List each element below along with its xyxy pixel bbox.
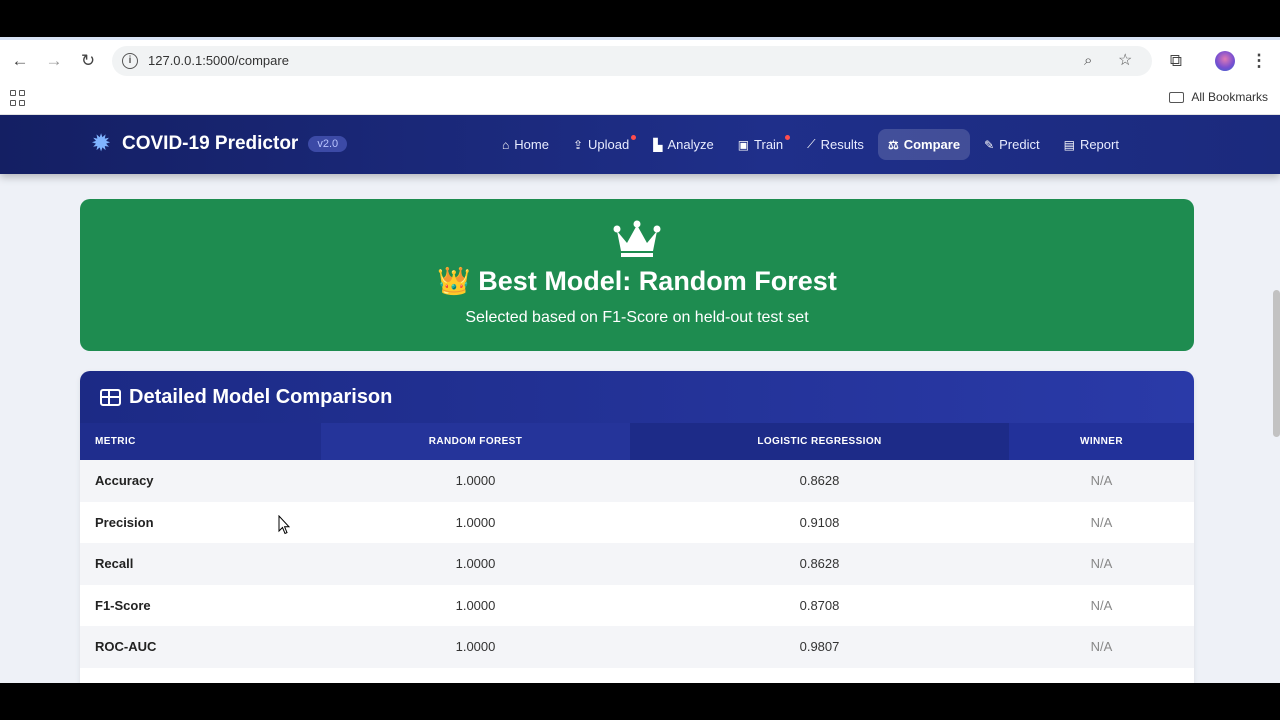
address-bar[interactable]: i 127.0.0.1:5000/compare ⌕ ☆ xyxy=(112,46,1152,76)
metric-name: Recall xyxy=(80,543,321,585)
comparison-card: Detailed Model Comparison METRIC RANDOM … xyxy=(80,371,1194,683)
page-content: ✹ COVID-19 Predictor v2.0 ⌂ Home ⇪ Uploa… xyxy=(0,115,1280,683)
nav-item-predict[interactable]: ✎ Predict xyxy=(974,129,1050,160)
browser-menu-icon[interactable]: ⋮ xyxy=(1249,51,1269,71)
random-forest-value: 1.0000 xyxy=(321,584,630,626)
back-arrow-icon[interactable]: ← xyxy=(10,51,30,71)
nav-label: Predict xyxy=(999,137,1040,152)
virus-icon: ✹ xyxy=(90,130,112,157)
table-row: F1-Score 1.0000 0.8708 N/A xyxy=(80,584,1194,626)
table-row: Recall 1.0000 0.8628 N/A xyxy=(80,543,1194,585)
nav-item-analyze[interactable]: ▙ Analyze xyxy=(643,129,723,160)
nav-label: Home xyxy=(514,137,549,152)
line-chart-icon: ⟋ xyxy=(807,137,816,151)
metric-name xyxy=(80,667,321,683)
metric-name: Accuracy xyxy=(80,460,321,502)
best-model-banner: 👑 Best Model: Random Forest Selected bas… xyxy=(80,199,1194,351)
logistic-regression-value: 0.8628 xyxy=(630,543,1009,585)
logistic-regression-value: 0.9108 xyxy=(630,501,1009,543)
page-scrollbar[interactable] xyxy=(1273,290,1280,437)
all-bookmarks-label: All Bookmarks xyxy=(1191,90,1268,104)
winner-value: N/A xyxy=(1009,584,1194,626)
winner-value: N/A xyxy=(1009,460,1194,502)
logistic-regression-value xyxy=(630,667,1009,683)
screen-top-border xyxy=(0,0,1280,37)
robot-icon: ▣ xyxy=(737,137,750,152)
nav-label: Train xyxy=(754,137,784,152)
url-text: 127.0.0.1:5000/compare xyxy=(148,53,289,68)
bookmarks-bar: All Bookmarks xyxy=(0,82,1280,115)
logistic-regression-value: 0.8708 xyxy=(630,584,1009,626)
extensions-icon[interactable]: ⧉ xyxy=(1166,51,1186,71)
logistic-regression-value: 0.9807 xyxy=(630,626,1009,668)
apps-grid-icon[interactable] xyxy=(10,90,26,106)
nav-item-home[interactable]: ⌂ Home xyxy=(492,129,559,160)
file-icon: ▤ xyxy=(1063,137,1075,152)
nav-item-compare[interactable]: ⚖ Compare xyxy=(877,129,971,160)
zoom-icon[interactable]: ⌕ xyxy=(1084,52,1102,70)
best-model-subtitle: Selected based on F1-Score on held-out t… xyxy=(465,309,809,326)
random-forest-value: 1.0000 xyxy=(321,501,630,543)
home-icon: ⌂ xyxy=(502,137,510,152)
upload-icon: ⇪ xyxy=(572,137,583,152)
table-icon xyxy=(100,388,121,406)
crown-icon xyxy=(613,220,661,257)
nav-item-upload[interactable]: ⇪ Upload xyxy=(563,129,639,160)
version-badge: v2.0 xyxy=(308,136,348,152)
comparison-title: Detailed Model Comparison xyxy=(129,385,393,408)
app-navbar: ✹ COVID-19 Predictor v2.0 ⌂ Home ⇪ Uploa… xyxy=(0,115,1280,174)
metric-name: F1-Score xyxy=(80,584,321,626)
random-forest-value: 1.0000 xyxy=(321,626,630,668)
bookmark-star-icon[interactable]: ☆ xyxy=(1118,50,1136,69)
folder-icon xyxy=(1169,91,1185,103)
logistic-regression-value: 0.8628 xyxy=(630,460,1009,502)
forward-arrow-icon[interactable]: → xyxy=(44,51,64,71)
winner-value xyxy=(1009,667,1194,683)
nav-label: Results xyxy=(820,137,864,152)
comparison-card-header: Detailed Model Comparison xyxy=(80,371,1194,423)
nav-label: Analyze xyxy=(667,137,714,152)
profile-avatar[interactable] xyxy=(1215,51,1235,71)
table-row: Precision 1.0000 0.9108 N/A xyxy=(80,501,1194,543)
table-row: ROC-AUC 1.0000 0.9807 N/A xyxy=(80,626,1194,668)
nav-menu: ⌂ Home ⇪ Upload ▙ Analyze ▣ Train ⟋ Resu… xyxy=(492,129,1133,160)
site-info-icon[interactable]: i xyxy=(122,53,138,69)
nav-label: Report xyxy=(1079,137,1119,152)
reload-icon[interactable]: ↻ xyxy=(78,51,98,71)
column-header-logistic-regression: LOGISTIC REGRESSION xyxy=(630,423,1009,460)
chart-icon: ▙ xyxy=(653,137,663,152)
column-header-winner: WINNER xyxy=(1009,423,1194,460)
nav-label: Compare xyxy=(903,137,961,152)
all-bookmarks-button[interactable]: All Bookmarks xyxy=(1169,90,1268,104)
winner-value: N/A xyxy=(1009,626,1194,668)
pencil-icon: ✎ xyxy=(984,137,995,152)
browser-window: ← → ↻ i 127.0.0.1:5000/compare ⌕ ☆ ⧉ ⋮ A… xyxy=(0,40,1280,683)
metric-name: ROC-AUC xyxy=(80,626,321,668)
winner-value: N/A xyxy=(1009,543,1194,585)
nav-item-results[interactable]: ⟋ Results xyxy=(797,129,874,160)
scale-icon: ⚖ xyxy=(887,137,899,152)
nav-item-report[interactable]: ▤ Report xyxy=(1054,129,1129,160)
winner-value: N/A xyxy=(1009,501,1194,543)
table-row: Accuracy 1.0000 0.8628 N/A xyxy=(80,460,1194,502)
column-header-random-forest: RANDOM FOREST xyxy=(321,423,630,460)
comparison-table: METRIC RANDOM FOREST LOGISTIC REGRESSION… xyxy=(80,423,1194,683)
notification-dot xyxy=(785,135,791,140)
random-forest-value: 1.0000 xyxy=(321,543,630,585)
random-forest-value: 1.0000 xyxy=(321,460,630,502)
best-model-title: 👑 Best Model: Random Forest xyxy=(437,266,837,296)
notification-dot xyxy=(631,135,637,140)
nav-label: Upload xyxy=(588,137,630,152)
table-header-row: METRIC RANDOM FOREST LOGISTIC REGRESSION… xyxy=(80,423,1194,460)
brand-name: COVID-19 Predictor xyxy=(122,133,299,154)
brand[interactable]: ✹ COVID-19 Predictor v2.0 xyxy=(88,130,348,157)
screen-bottom-border xyxy=(0,683,1280,720)
browser-toolbar: ← → ↻ i 127.0.0.1:5000/compare ⌕ ☆ ⧉ ⋮ xyxy=(0,40,1280,82)
mouse-cursor-icon xyxy=(278,515,290,535)
table-row xyxy=(80,667,1194,683)
column-header-metric: METRIC xyxy=(80,423,321,460)
nav-item-train[interactable]: ▣ Train xyxy=(728,129,793,160)
random-forest-value xyxy=(321,667,630,683)
